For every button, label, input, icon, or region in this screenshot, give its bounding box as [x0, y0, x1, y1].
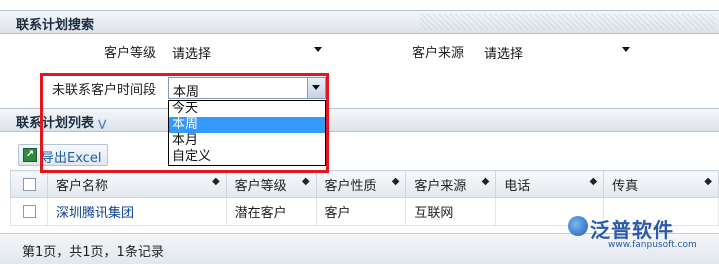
- select-all-checkbox[interactable]: [23, 177, 36, 191]
- column-label: 客户性质: [324, 178, 377, 194]
- column-header-customer-level[interactable]: 客户等级 ◆: [225, 170, 317, 198]
- watermark-url: www.fanpusoft.com: [608, 240, 697, 250]
- period-dropdown-list: 今天 本周 本月 自定义: [168, 100, 326, 166]
- excel-icon: ↗: [23, 148, 37, 162]
- column-label: 客户来源: [414, 178, 467, 194]
- chevron-down-icon: [314, 47, 322, 52]
- customer-level-label: 客户等级: [103, 46, 156, 61]
- customer-level-cell: 潜在客户: [225, 197, 317, 226]
- row-checkbox[interactable]: [23, 205, 36, 218]
- column-header-fax[interactable]: 传真 ◆: [603, 170, 719, 198]
- sort-icon[interactable]: ◆: [302, 176, 310, 187]
- customer-source-select[interactable]: 请选择: [480, 40, 636, 62]
- column-header-phone[interactable]: 电话 ◆: [495, 170, 605, 198]
- table-header-row: 客户名称 ◆ 客户等级 ◆ 客户性质 ◆ 客户来源 ◆ 电话 ◆ 传真 ◆: [10, 170, 719, 198]
- dropdown-option-custom[interactable]: 自定义: [169, 149, 325, 165]
- watermark: 泛普软件 www.fanpusoft.com: [568, 214, 697, 250]
- customer-level-value: 请选择: [172, 47, 212, 62]
- column-header-customer-name[interactable]: 客户名称 ◆: [46, 170, 227, 198]
- sort-icon[interactable]: ◆: [589, 176, 597, 187]
- sort-icon[interactable]: ◆: [482, 176, 490, 187]
- select-all-header: [10, 170, 48, 198]
- dropdown-option-this-month[interactable]: 本月: [169, 133, 325, 149]
- search-panel-title: 联系计划搜索: [16, 18, 95, 33]
- column-header-customer-source[interactable]: 客户来源 ◆: [405, 170, 497, 198]
- sort-icon[interactable]: ◆: [704, 176, 712, 187]
- search-panel-header: 联系计划搜索: [0, 10, 719, 34]
- column-header-customer-nature[interactable]: 客户性质 ◆: [315, 170, 407, 198]
- watermark-brand-name: 泛普软件: [590, 218, 674, 242]
- dropdown-option-this-week[interactable]: 本周: [169, 117, 325, 133]
- customer-name-link[interactable]: 深圳腾讯集团: [56, 206, 134, 221]
- customer-name-cell[interactable]: 深圳腾讯集团: [46, 197, 227, 226]
- customer-level-select[interactable]: 请选择: [168, 40, 328, 62]
- sort-icon[interactable]: ◆: [392, 176, 400, 187]
- brand-logo-icon: [568, 216, 588, 236]
- column-label: 传真: [612, 178, 639, 194]
- customer-source-cell: 互联网: [405, 197, 497, 226]
- customer-source-label: 客户来源: [411, 46, 464, 61]
- dropdown-option-today[interactable]: 今天: [169, 101, 325, 117]
- column-label: 客户名称: [55, 178, 108, 194]
- row-select-cell: [10, 197, 48, 226]
- column-label: 电话: [504, 178, 531, 194]
- chevron-down-icon: [622, 47, 630, 52]
- customer-source-value: 请选择: [484, 47, 524, 62]
- sort-icon[interactable]: ◆: [212, 176, 220, 187]
- column-label: 客户等级: [234, 178, 287, 194]
- phone-cell: [495, 197, 605, 226]
- header-hatch-pattern: [420, 14, 716, 30]
- pagination-text: 第1页，共1页，1条记录: [22, 245, 164, 260]
- customer-nature-cell: 客户: [315, 197, 407, 226]
